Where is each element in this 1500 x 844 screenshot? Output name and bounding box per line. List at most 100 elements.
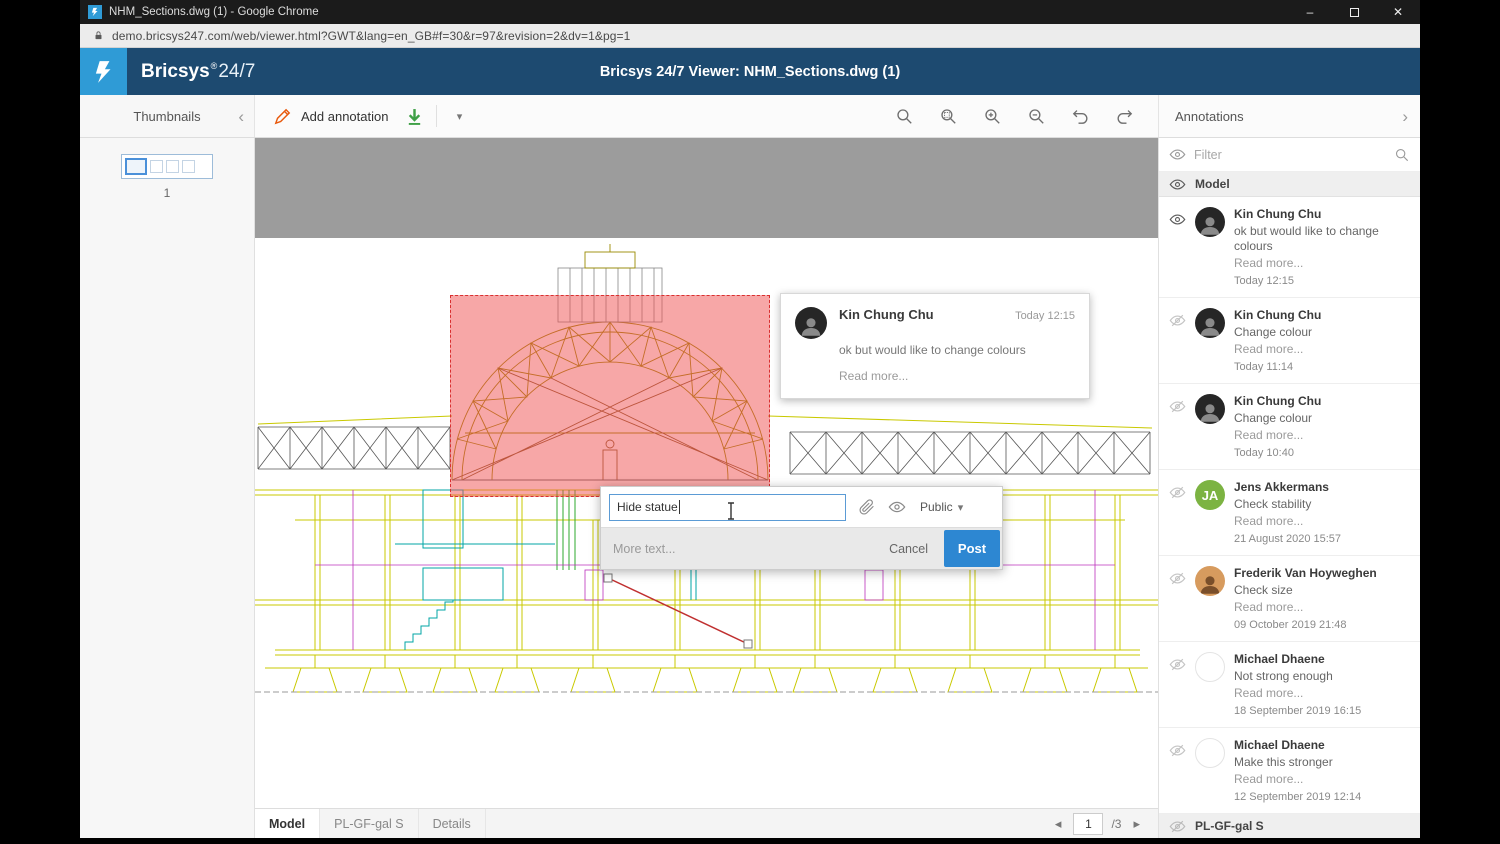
viewer-title: Bricsys 24/7 Viewer: NHM_Sections.dwg (1…	[80, 64, 1420, 80]
group-visibility-icon[interactable]	[1169, 176, 1186, 193]
add-annotation-button[interactable]: Add annotation	[265, 95, 396, 137]
maximize-icon	[1350, 8, 1359, 17]
read-more-link[interactable]: Read more...	[1234, 686, 1412, 701]
undo-icon	[1071, 107, 1090, 126]
annotation-group-pl-gf-gal-s[interactable]: PL-GF-gal S	[1159, 814, 1420, 838]
tab-pl-gf-gal-s[interactable]: PL-GF-gal S	[320, 809, 418, 838]
filter-input[interactable]	[1194, 148, 1386, 162]
lock-icon	[93, 30, 104, 41]
drawing-canvas[interactable]: Kin Chung Chu Today 12:15 ok but would l…	[255, 138, 1158, 838]
annotations-filter-row	[1159, 138, 1420, 172]
page-thumbnail[interactable]	[121, 154, 213, 179]
annotation-text: Not strong enough	[1234, 669, 1412, 684]
browser-urlbar: demo.bricsys247.com/web/viewer.html?GWT&…	[80, 24, 1420, 48]
group-visibility-icon[interactable]	[1169, 818, 1186, 835]
read-more-link[interactable]: Read more...	[1234, 514, 1412, 529]
annotation-text: Check size	[1234, 583, 1412, 598]
screen: NHM_Sections.dwg (1) - Google Chrome – ✕…	[0, 0, 1500, 844]
annotation-list-item[interactable]: Michael Dhaene Not strong enough Read mo…	[1159, 642, 1420, 728]
comment-input-value: Hide statue	[617, 500, 678, 514]
annotation-region-highlight[interactable]	[450, 295, 770, 497]
brand-name: Bricsys	[141, 61, 210, 82]
close-button[interactable]: ✕	[1376, 0, 1420, 24]
tab-model[interactable]: Model	[255, 809, 320, 838]
zoom-out-icon	[1027, 107, 1046, 126]
collapse-annotations-icon[interactable]: ›	[1402, 108, 1408, 125]
read-more-link[interactable]: Read more...	[1234, 256, 1412, 271]
next-page-button[interactable]: ▸	[1129, 816, 1144, 832]
read-more-link[interactable]: Read more...	[1234, 428, 1412, 443]
magnifier-icon	[895, 107, 914, 126]
more-text-field[interactable]: More text...	[613, 542, 889, 556]
thumbnail-sheet-fragment	[150, 160, 163, 173]
window-controls: – ✕	[1288, 0, 1420, 24]
cancel-button[interactable]: Cancel	[889, 542, 928, 556]
download-button[interactable]	[396, 98, 432, 134]
browser-titlebar: NHM_Sections.dwg (1) - Google Chrome – ✕	[80, 0, 1420, 24]
zoom-tools	[886, 98, 1148, 134]
minimize-button[interactable]: –	[1288, 0, 1332, 24]
comment-author: Kin Chung Chu	[839, 307, 1015, 322]
visibility-select[interactable]: Public ▾	[920, 500, 963, 514]
annotation-list-item[interactable]: Kin Chung Chu ok but would like to chang…	[1159, 197, 1420, 298]
comment-input[interactable]: Hide statue	[609, 494, 846, 521]
visibility-toggle-icon[interactable]	[1169, 312, 1186, 329]
zoom-in-button[interactable]	[974, 98, 1010, 134]
toolbar-main: Add annotation ▾	[255, 95, 1158, 137]
annotation-list-item[interactable]: Michael Dhaene Make this stronger Read m…	[1159, 728, 1420, 814]
page-navigator: ◂ 1 /3 ▸	[1051, 809, 1158, 838]
visibility-toggle-icon[interactable]	[1169, 570, 1186, 587]
maximize-button[interactable]	[1332, 0, 1376, 24]
annotation-author: Michael Dhaene	[1234, 652, 1412, 667]
zoom-extents-button[interactable]	[886, 98, 922, 134]
tab-details[interactable]: Details	[419, 809, 486, 838]
visibility-toggle-icon[interactable]	[1169, 398, 1186, 415]
annotation-text: Change colour	[1234, 411, 1412, 426]
annotation-timestamp: 12 September 2019 12:14	[1234, 790, 1412, 804]
annotation-list-item[interactable]: Frederik Van Hoyweghen Check size Read m…	[1159, 556, 1420, 642]
bricsys-logo[interactable]	[80, 48, 127, 95]
annotation-list-item[interactable]: Kin Chung Chu Change colour Read more...…	[1159, 298, 1420, 384]
thumbnail-viewport	[125, 158, 147, 175]
search-icon[interactable]	[1394, 147, 1410, 163]
collapse-thumbnails-icon[interactable]: ‹	[238, 108, 244, 125]
visibility-toggle-icon[interactable]	[1169, 656, 1186, 673]
zoom-out-button[interactable]	[1018, 98, 1054, 134]
annotation-list-item[interactable]: Kin Chung Chu Change colour Read more...…	[1159, 384, 1420, 470]
zoom-window-button[interactable]	[930, 98, 966, 134]
current-page-indicator[interactable]: 1	[1073, 813, 1103, 835]
read-more-link[interactable]: Read more...	[1234, 342, 1412, 357]
visibility-value: Public	[920, 500, 953, 514]
avatar	[1195, 207, 1225, 237]
redo-button[interactable]	[1106, 98, 1142, 134]
tab-label: Model	[269, 817, 305, 831]
visibility-toggle-icon[interactable]	[1169, 211, 1186, 228]
visibility-toggle-icon[interactable]	[1169, 484, 1186, 501]
thumbnails-panel: 1	[80, 138, 255, 838]
annotation-group-model[interactable]: Model	[1159, 172, 1420, 197]
visibility-toggle-icon[interactable]	[1169, 742, 1186, 759]
attachment-paperclip-icon[interactable]	[858, 498, 876, 516]
read-more-link[interactable]: Read more...	[839, 369, 1075, 383]
undo-button[interactable]	[1062, 98, 1098, 134]
annotation-author: Michael Dhaene	[1234, 738, 1412, 753]
download-options-dropdown[interactable]: ▾	[441, 98, 477, 134]
visibility-eye-icon[interactable]	[888, 498, 906, 516]
zoom-in-icon	[983, 107, 1002, 126]
annotation-timestamp: 21 August 2020 15:57	[1234, 532, 1412, 546]
read-more-link[interactable]: Read more...	[1234, 600, 1412, 615]
toggle-all-visibility-icon[interactable]	[1169, 146, 1186, 163]
redo-icon	[1115, 107, 1134, 126]
previous-page-button[interactable]: ◂	[1051, 816, 1066, 832]
comment-text: ok but would like to change colours	[839, 343, 1075, 357]
read-more-link[interactable]: Read more...	[1234, 772, 1412, 787]
bricsys-mark-icon	[91, 59, 117, 85]
annotation-list-item[interactable]: JA Jens Akkermans Check stability Read m…	[1159, 470, 1420, 556]
brand-product: 24/7	[218, 61, 255, 82]
thumbnails-label: Thumbnails	[133, 109, 200, 124]
post-button[interactable]: Post	[944, 530, 1000, 567]
thumbnail-sheet-fragment	[166, 160, 179, 173]
annotation-author: Kin Chung Chu	[1234, 394, 1412, 409]
url-text[interactable]: demo.bricsys247.com/web/viewer.html?GWT&…	[112, 29, 630, 43]
toolbar-divider	[436, 105, 437, 127]
